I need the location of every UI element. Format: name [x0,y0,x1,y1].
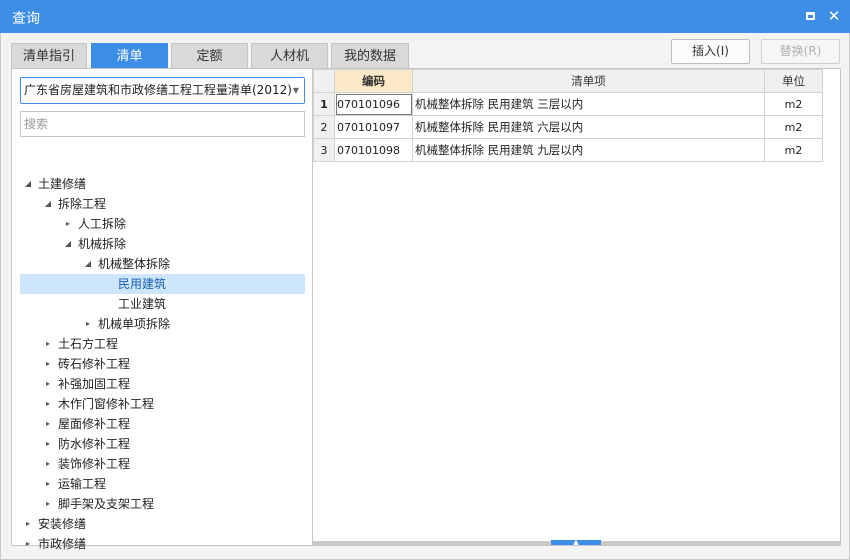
collapsed-caret-icon[interactable]: ▸ [22,534,34,554]
expanded-caret-icon[interactable]: ◢ [82,254,94,274]
column-header-unit[interactable]: 单位 [764,69,823,93]
tree-node[interactable]: ▸ 砖石修补工程 [20,354,305,374]
tree-node[interactable]: ▸ 运输工程 [20,474,305,494]
dialog-body: 清单指引 清单 定额 人材机 我的数据 插入(I) 替换(R) 广东省房屋建筑和… [0,33,850,560]
tree-node[interactable]: ◢ 机械整体拆除 [20,254,305,274]
tree-node[interactable]: ◢ 土建修缮 [20,174,305,194]
collapsed-caret-icon[interactable]: ▸ [42,334,54,354]
tree-node[interactable]: 民用建筑 [20,274,305,294]
library-select-value: 广东省房屋建筑和市政修缮工程工程量清单(2012) [24,83,292,97]
tree-node[interactable]: ▸ 装饰修补工程 [20,454,305,474]
row-number: 2 [313,115,335,139]
cell-code[interactable]: 070101097 [334,115,413,139]
tree-node[interactable]: ◢ 机械拆除 [20,234,305,254]
tree-node-label: 砖石修补工程 [58,357,131,371]
cell-unit[interactable]: m2 [764,138,823,162]
tree-node-label: 土石方工程 [58,337,119,351]
tree-node-label: 防水修补工程 [58,437,131,451]
collapsed-caret-icon[interactable]: ▸ [22,514,34,534]
tree-node-label: 工业建筑 [118,297,167,311]
tree-node-label: 拆除工程 [58,197,107,211]
cell-item[interactable]: 机械整体拆除 民用建筑 三层以内 [412,92,765,116]
dropdown-arrow-icon[interactable]: ▼ [293,78,299,103]
library-select[interactable]: 广东省房屋建筑和市政修缮工程工程量清单(2012) ▼ [20,77,305,104]
collapsed-caret-icon[interactable]: ▸ [42,354,54,374]
tree-node-label: 装饰修补工程 [58,457,131,471]
tree-node-label: 运输工程 [58,477,107,491]
table-row[interactable]: 3 070101098 机械整体拆除 民用建筑 九层以内 m2 [313,138,823,162]
tree-node[interactable]: ◢ 拆除工程 [20,194,305,214]
scroll-up-icon[interactable]: ▲ [551,539,601,546]
table-row[interactable]: 2 070101097 机械整体拆除 民用建筑 六层以内 m2 [313,115,823,139]
tree-node[interactable]: ▸ 防水修补工程 [20,434,305,454]
close-icon[interactable]: ✕ [826,8,842,24]
tree-node-label: 屋面修补工程 [58,417,131,431]
collapsed-caret-icon[interactable]: ▸ [82,314,94,334]
expanded-caret-icon[interactable]: ◢ [22,174,34,194]
table-row[interactable]: 1 070101096 机械整体拆除 民用建筑 三层以内 m2 [313,92,823,116]
tree-node[interactable]: ▸ 补强加固工程 [20,374,305,394]
tree-node-label: 木作门窗修补工程 [58,397,155,411]
replace-button[interactable]: 替换(R) [761,39,840,64]
collapsed-caret-icon[interactable]: ▸ [42,414,54,434]
results-table: 编码 清单项 单位 1 070101096 机械整体拆除 民用建筑 三层以内 m… [313,69,823,162]
collapsed-caret-icon[interactable]: ▸ [42,394,54,414]
tree-node[interactable]: ▸ 市政修缮 [20,534,305,554]
results-panel: 编码 清单项 单位 1 070101096 机械整体拆除 民用建筑 三层以内 m… [312,68,841,546]
cell-code[interactable]: 070101098 [334,138,413,162]
tree-node[interactable]: 工业建筑 [20,294,305,314]
collapsed-caret-icon[interactable]: ▸ [42,374,54,394]
tree-node[interactable]: ▸ 人工拆除 [20,214,305,234]
title-bar: 查询 ✕ [0,0,850,33]
tree-node-label: 机械整体拆除 [98,257,171,271]
tree-node[interactable]: ▸ 安装修缮 [20,514,305,534]
horizontal-scrollbar[interactable]: ▲ [313,539,840,546]
cell-item[interactable]: 机械整体拆除 民用建筑 六层以内 [412,115,765,139]
expanded-caret-icon[interactable]: ◢ [42,194,54,214]
collapsed-caret-icon[interactable]: ▸ [42,454,54,474]
tab-labor-material-machine[interactable]: 人材机 [251,43,328,69]
cell-unit[interactable]: m2 [764,92,823,116]
row-number: 1 [313,92,335,116]
tab-my-data[interactable]: 我的数据 [331,43,409,69]
tree-node-label: 机械拆除 [78,237,127,251]
collapsed-caret-icon[interactable]: ▸ [42,494,54,514]
tree-node-label: 机械单项拆除 [98,317,171,331]
tree-node-label: 民用建筑 [118,277,167,291]
tree-node-label: 土建修缮 [38,177,87,191]
column-header-item[interactable]: 清单项 [412,69,765,93]
tree-node-label: 安装修缮 [38,517,87,531]
tree-node[interactable]: ▸ 屋面修补工程 [20,414,305,434]
tree-node-label: 脚手架及支架工程 [58,497,155,511]
insert-button[interactable]: 插入(I) [671,39,750,64]
tree-node-label: 人工拆除 [78,217,127,231]
tree-node[interactable]: ▸ 木作门窗修补工程 [20,394,305,414]
column-header-code[interactable]: 编码 [334,69,413,93]
collapsed-caret-icon[interactable]: ▸ [42,474,54,494]
tree-node[interactable]: ▸ 脚手架及支架工程 [20,494,305,514]
row-number-header [313,69,335,93]
maximize-icon[interactable] [802,8,818,24]
expanded-caret-icon[interactable]: ◢ [62,234,74,254]
tree-node-label: 补强加固工程 [58,377,131,391]
cell-code[interactable]: 070101096 [334,92,413,116]
tab-quota[interactable]: 定额 [171,43,248,69]
window-title: 查询 [12,11,40,27]
tab-bill-guide[interactable]: 清单指引 [11,43,87,69]
tab-bill[interactable]: 清单 [91,43,168,69]
table-header-row: 编码 清单项 单位 [313,69,823,93]
tree-node[interactable]: ▸ 机械单项拆除 [20,314,305,334]
cell-item[interactable]: 机械整体拆除 民用建筑 九层以内 [412,138,765,162]
collapsed-caret-icon[interactable]: ▸ [62,214,74,234]
tree-node-label: 市政修缮 [38,537,87,551]
collapsed-caret-icon[interactable]: ▸ [42,434,54,454]
search-input[interactable] [20,111,305,137]
cell-unit[interactable]: m2 [764,115,823,139]
row-number: 3 [313,138,335,162]
tree-node[interactable]: ▸ 土石方工程 [20,334,305,354]
tree-panel: 广东省房屋建筑和市政修缮工程工程量清单(2012) ▼ ◢ 土建修缮 ◢ 拆除工程 ▸ 人… [11,68,312,551]
